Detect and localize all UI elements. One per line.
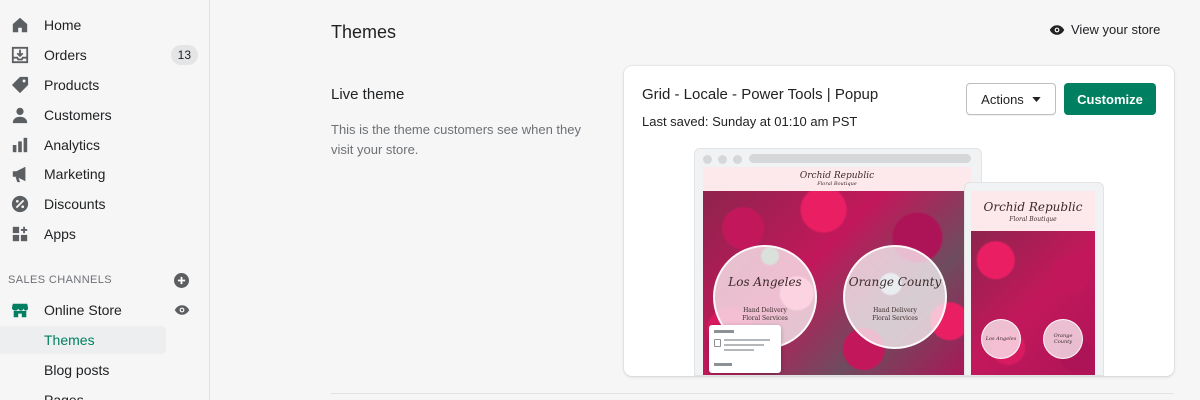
preview-logo-subtitle: Floral Boutique xyxy=(817,181,857,187)
sidebar-item-label: Online Store xyxy=(44,302,122,318)
preview-popup xyxy=(709,325,781,373)
preview-hero-image: Los Angeles Hand Delivery Floral Service… xyxy=(703,191,971,375)
sidebar-item-label: Analytics xyxy=(44,137,101,153)
preview-site-header: Orchid Republic Floral Boutique xyxy=(703,167,971,191)
sidebar-item-discounts[interactable]: Discounts xyxy=(0,190,210,218)
view-store-label: View your store xyxy=(1071,22,1161,37)
sidebar-item-customers[interactable]: Customers xyxy=(0,101,210,129)
home-icon xyxy=(12,17,28,33)
location-subtitle: Hand Delivery Floral Services xyxy=(872,307,918,322)
location-subtitle: Hand Delivery Floral Services xyxy=(742,307,788,322)
sidebar-subitem-pages[interactable]: Pages xyxy=(0,386,166,400)
bar-chart-icon xyxy=(12,137,28,153)
last-saved-text: Last saved: Sunday at 01:10 am PST xyxy=(642,114,858,129)
eye-icon[interactable] xyxy=(174,303,190,317)
megaphone-icon xyxy=(12,166,26,183)
preview-logo: Orchid Republic xyxy=(799,171,875,181)
sidebar-item-home[interactable]: Home xyxy=(0,11,210,39)
location-badge-orange-county: Orange County Hand Delivery Floral Servi… xyxy=(843,245,947,349)
sidebar-item-orders[interactable]: Orders 13 xyxy=(0,41,210,69)
sidebar-item-apps[interactable]: Apps xyxy=(0,220,210,248)
location-title: Los Angeles xyxy=(728,275,802,289)
mobile-preview: Orchid Republic Floral Boutique Los Ange… xyxy=(964,182,1104,376)
live-theme-heading: Live theme xyxy=(331,86,405,103)
live-theme-description: This is the theme customers see when the… xyxy=(331,122,582,157)
page-title: Themes xyxy=(331,22,397,42)
sidebar-item-products[interactable]: Products xyxy=(0,71,210,99)
customize-button[interactable]: Customize xyxy=(1064,83,1156,115)
lock-icon xyxy=(714,339,721,347)
person-icon xyxy=(12,107,28,124)
theme-name: Grid - Locale - Power Tools | Popup xyxy=(642,86,879,103)
mobile-logo-subtitle: Floral Boutique xyxy=(1009,215,1057,223)
sidebar-subitem-label: Blog posts xyxy=(44,362,110,378)
sidebar-item-label: Products xyxy=(44,77,100,93)
mobile-site-header: Orchid Republic Floral Boutique xyxy=(971,191,1095,231)
sidebar-item-label: Discounts xyxy=(44,196,106,212)
tag-icon xyxy=(11,76,29,94)
eye-icon xyxy=(1049,24,1065,35)
caret-down-icon xyxy=(1032,96,1041,102)
plus-icon xyxy=(177,276,186,285)
view-store-link[interactable]: View your store xyxy=(1049,22,1160,37)
sidebar-item-label: Apps xyxy=(44,226,76,242)
mobile-location-badge: Los Angeles xyxy=(981,319,1021,359)
orders-count-badge: 13 xyxy=(170,45,198,65)
sidebar-subitem-label: Themes xyxy=(44,332,95,348)
add-sales-channel-button[interactable] xyxy=(174,273,189,288)
sidebar-subitem-label: Pages xyxy=(44,392,84,400)
sidebar-item-label: Customers xyxy=(44,107,112,123)
sales-channels-heading: SALES CHANNELS xyxy=(8,274,113,286)
sidebar-item-label: Home xyxy=(44,17,82,33)
section-divider xyxy=(331,393,1174,394)
mobile-logo: Orchid Republic xyxy=(983,199,1083,214)
location-title: Orange County xyxy=(848,275,942,289)
store-icon xyxy=(11,303,29,318)
browser-url-bar xyxy=(749,154,971,163)
mobile-hero-image: Los Angeles Orange County xyxy=(971,231,1095,375)
sidebar-item-marketing[interactable]: Marketing xyxy=(0,160,210,188)
discount-icon xyxy=(11,195,29,213)
sidebar: Home Orders 13 Products Customers Analyt… xyxy=(0,0,210,400)
apps-icon xyxy=(12,226,28,242)
actions-button[interactable]: Actions xyxy=(966,83,1056,115)
desktop-preview: Orchid Republic Floral Boutique Los Ange… xyxy=(694,148,982,376)
sidebar-subitem-themes[interactable]: Themes xyxy=(0,326,166,354)
orders-icon xyxy=(11,46,29,64)
browser-dots xyxy=(703,155,742,164)
live-theme-card: Grid - Locale - Power Tools | Popup Last… xyxy=(624,66,1174,376)
sidebar-item-label: Marketing xyxy=(44,166,106,182)
actions-button-label: Actions xyxy=(981,91,1024,107)
sidebar-item-label: Orders xyxy=(44,47,87,63)
sidebar-subitem-blog-posts[interactable]: Blog posts xyxy=(0,356,166,384)
sidebar-item-analytics[interactable]: Analytics xyxy=(0,131,210,159)
mobile-location-badge: Orange County xyxy=(1043,319,1083,359)
